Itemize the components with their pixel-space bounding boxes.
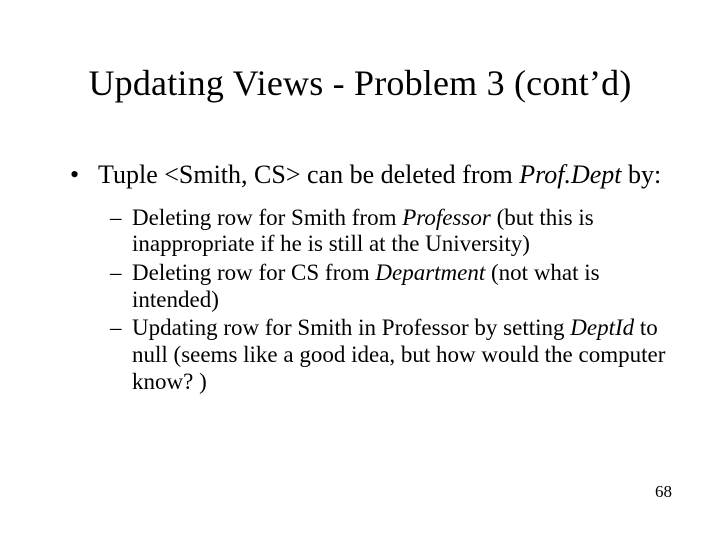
sub-pre: Updating row for Smith in Professor by s… xyxy=(132,315,570,340)
bullet-pre: Tuple <Smith, CS> can be deleted from xyxy=(98,160,519,189)
sub-pre: Deleting row for CS from xyxy=(132,260,375,285)
slide: Updating Views - Problem 3 (cont’d) • Tu… xyxy=(0,0,720,540)
sub-text: Deleting row for CS from Department (not… xyxy=(132,260,670,313)
sub-item: – Deleting row for CS from Department (n… xyxy=(110,260,670,313)
sub-item: – Updating row for Smith in Professor by… xyxy=(110,315,670,395)
sub-em: Professor xyxy=(402,205,491,230)
sub-em: DeptId xyxy=(570,315,634,340)
bullet-post: by: xyxy=(622,160,662,189)
page-number: 68 xyxy=(655,482,672,502)
sub-list: – Deleting row for Smith from Professor … xyxy=(110,205,670,396)
bullet-item: • Tuple <Smith, CS> can be deleted from … xyxy=(70,160,670,191)
sub-marker: – xyxy=(110,205,132,232)
sub-marker: – xyxy=(110,315,132,342)
slide-title: Updating Views - Problem 3 (cont’d) xyxy=(0,62,720,104)
sub-text: Updating row for Smith in Professor by s… xyxy=(132,315,670,395)
sub-text: Deleting row for Smith from Professor (b… xyxy=(132,205,670,258)
bullet-em: Prof.Dept xyxy=(519,160,621,189)
bullet-marker: • xyxy=(70,160,98,191)
sub-em: Department xyxy=(375,260,485,285)
slide-body: • Tuple <Smith, CS> can be deleted from … xyxy=(70,160,670,397)
bullet-text: Tuple <Smith, CS> can be deleted from Pr… xyxy=(98,160,670,191)
sub-item: – Deleting row for Smith from Professor … xyxy=(110,205,670,258)
sub-pre: Deleting row for Smith from xyxy=(132,205,402,230)
sub-marker: – xyxy=(110,260,132,287)
